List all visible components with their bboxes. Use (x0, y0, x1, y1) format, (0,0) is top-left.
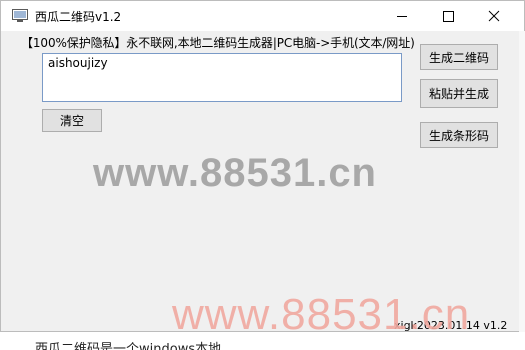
clear-button[interactable]: 清空 (42, 109, 102, 132)
close-icon (488, 10, 500, 22)
close-button[interactable] (471, 1, 517, 31)
title-bar[interactable]: 西瓜二维码v1.2 (1, 1, 524, 31)
generate-qr-button[interactable]: 生成二维码 (420, 44, 498, 70)
app-icon (12, 9, 28, 23)
generate-barcode-button[interactable]: 生成条形码 (420, 122, 498, 148)
maximize-button[interactable] (425, 1, 471, 31)
text-input[interactable]: aishoujizy (42, 53, 402, 102)
window-edge (519, 31, 525, 333)
minimize-icon (397, 16, 407, 17)
watermark-corner: www.88531.cn (172, 290, 471, 339)
minimize-button[interactable] (379, 1, 425, 31)
window-title: 西瓜二维码v1.2 (35, 10, 122, 24)
privacy-notice: 【100%保护隐私】永不联网,本地二维码生成器|PC电脑->手机(文本/网址) (21, 36, 415, 50)
app-window: 西瓜二维码v1.2 【100%保护隐私】永不联网,本地二维码生成器|PC电脑->… (0, 0, 525, 333)
maximize-icon (443, 11, 454, 22)
paste-generate-button[interactable]: 粘贴并生成 (420, 79, 498, 108)
watermark-center: www.88531.cn (93, 151, 377, 195)
